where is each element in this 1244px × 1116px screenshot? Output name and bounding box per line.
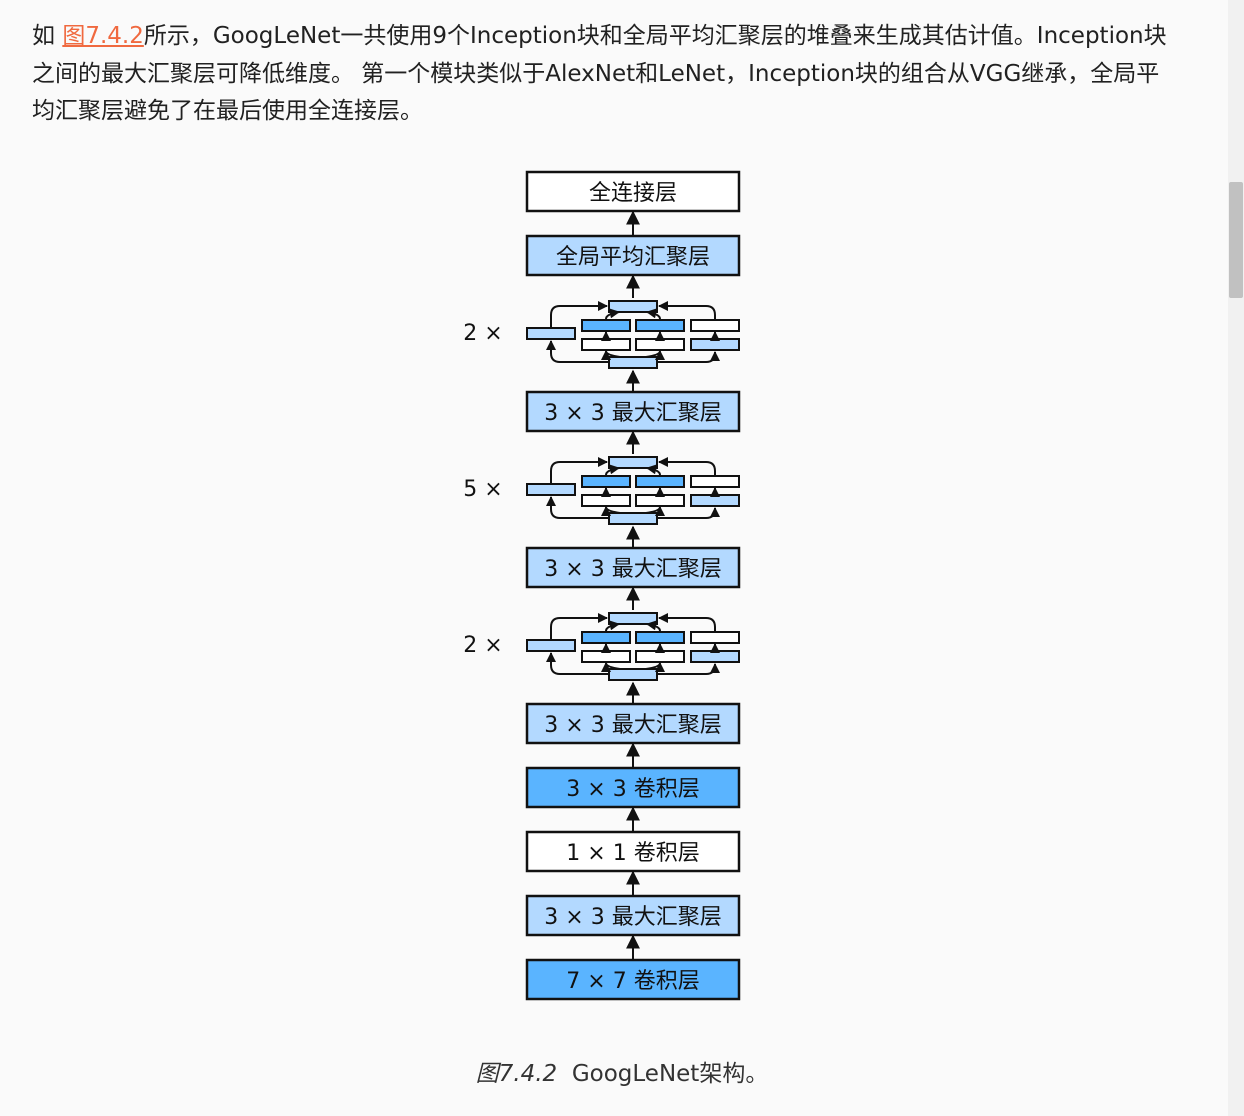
- branch-block: [635, 650, 685, 663]
- layer-label: 3 × 3 最大汇聚层: [544, 713, 721, 738]
- connector: [658, 457, 716, 475]
- layer-label: 3 × 3 最大汇聚层: [544, 557, 721, 582]
- connector: [646, 464, 661, 476]
- input-bar: [608, 356, 658, 369]
- connector: [658, 301, 716, 319]
- scrollbar-thumb[interactable]: [1229, 182, 1243, 298]
- branch-block: [690, 338, 740, 351]
- caption-text: GoogLeNet架构。: [571, 1061, 769, 1087]
- branch-block: [581, 494, 631, 507]
- branch-block: [690, 494, 740, 507]
- branch-block: [581, 319, 631, 332]
- concat-bar: [608, 612, 658, 625]
- branch-block: [690, 475, 740, 488]
- branch-block: [690, 319, 740, 332]
- connector: [605, 308, 620, 320]
- repeat-count-label: 2 ×: [463, 633, 502, 658]
- branch-block: [690, 650, 740, 663]
- layer-label: 3 × 3 最大汇聚层: [544, 401, 721, 426]
- branch-block: [526, 327, 576, 340]
- branch-block: [526, 639, 576, 652]
- layer-label: 7 × 7 卷积层: [566, 969, 699, 994]
- connector: [646, 620, 661, 632]
- branch-block: [635, 494, 685, 507]
- branch-block: [635, 338, 685, 351]
- connector: [657, 507, 720, 519]
- connector: [605, 464, 620, 476]
- figure-caption: 图7.4.2 GoogLeNet架构。: [0, 1054, 1244, 1088]
- connector: [657, 663, 720, 675]
- layer-label: 3 × 3 最大汇聚层: [544, 905, 721, 930]
- layer-label: 3 × 3 卷积层: [566, 777, 699, 802]
- connector: [657, 351, 720, 363]
- concat-bar: [608, 456, 658, 469]
- layer-label: 全连接层: [589, 181, 677, 206]
- branch-block: [581, 475, 631, 488]
- input-bar: [608, 668, 658, 681]
- input-bar: [608, 512, 658, 525]
- branch-block: [581, 338, 631, 351]
- scrollbar-track[interactable]: [1228, 0, 1244, 1116]
- concat-bar: [608, 300, 658, 313]
- layer-label: 全局平均汇聚层: [556, 245, 710, 270]
- connector: [646, 308, 661, 320]
- branch-block: [635, 319, 685, 332]
- caption-number: 图7.4.2: [475, 1061, 558, 1087]
- layer-label: 1 × 1 卷积层: [566, 841, 699, 866]
- repeat-count-label: 5 ×: [463, 477, 502, 502]
- branch-block: [526, 483, 576, 496]
- branch-block: [690, 631, 740, 644]
- connector: [658, 613, 716, 631]
- branch-block: [635, 475, 685, 488]
- repeat-count-label: 2 ×: [463, 321, 502, 346]
- branch-block: [581, 650, 631, 663]
- branch-block: [635, 631, 685, 644]
- branch-block: [581, 631, 631, 644]
- connector: [605, 620, 620, 632]
- googlenet-architecture-diagram: 全连接层全局平均汇聚层 2 × 3 × 3 最大汇聚层 5 × 3 × 3 最大汇聚层 2…: [463, 170, 741, 1001]
